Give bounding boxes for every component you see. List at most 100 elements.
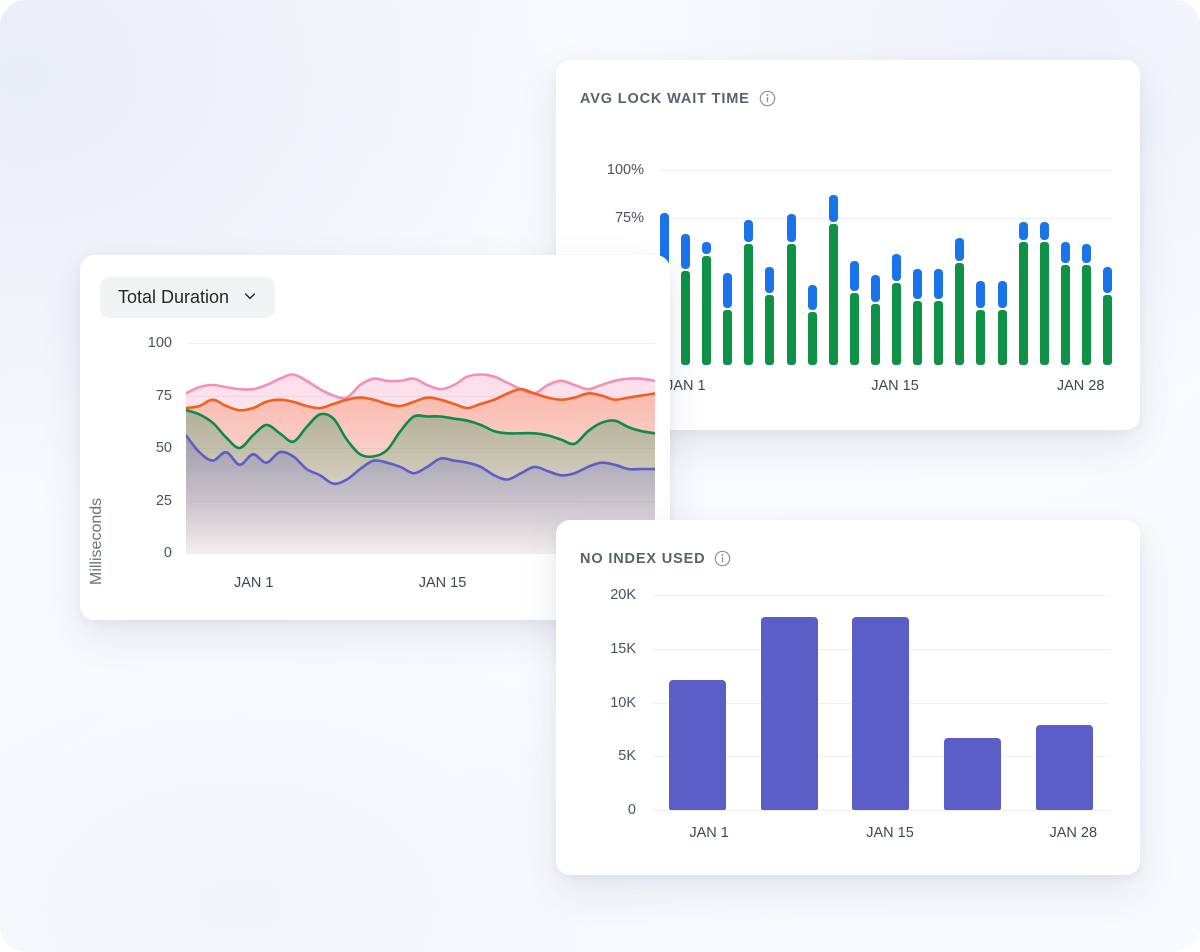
- chevron-down-icon: [243, 287, 257, 308]
- bar-segment-upper: [1081, 243, 1091, 264]
- card-title-text: NO INDEX USED: [580, 550, 706, 567]
- bar-segment-lower: [1060, 265, 1070, 365]
- bar-segment-lower: [723, 310, 733, 365]
- bar-stack[interactable]: [892, 253, 902, 365]
- bar-segment-lower: [870, 304, 880, 365]
- bar[interactable]: [1035, 725, 1093, 810]
- bar-series-container: [660, 150, 1112, 365]
- bar-segment-lower: [955, 263, 965, 365]
- bar-segment-upper: [1039, 222, 1049, 240]
- bar-stack[interactable]: [955, 237, 965, 365]
- y-axis-tick-label: 20K: [610, 587, 636, 603]
- bar-segment-lower: [807, 312, 817, 365]
- bar-stack[interactable]: [786, 214, 796, 365]
- bar-segment-upper: [723, 273, 733, 309]
- y-axis-tick-label: 0: [627, 802, 636, 818]
- bar[interactable]: [669, 679, 727, 810]
- bar-stack[interactable]: [1018, 222, 1028, 365]
- bar-segment-lower: [786, 243, 796, 365]
- bar[interactable]: [852, 616, 910, 810]
- bar-stack[interactable]: [744, 220, 754, 365]
- x-axis-tick-label: JAN 1: [689, 825, 729, 841]
- bar-segment-lower: [934, 300, 944, 365]
- x-axis-tick-label: JAN 15: [418, 575, 467, 591]
- bar-segment-lower: [913, 300, 923, 365]
- y-axis-tick-label: 15K: [610, 640, 636, 657]
- bar-stack[interactable]: [681, 234, 691, 365]
- x-axis-tick-label: JAN 15: [871, 378, 919, 394]
- y-axis-tick-label: 25: [155, 492, 172, 509]
- bar-segment-upper: [892, 253, 902, 281]
- bar-segment-upper: [702, 241, 712, 254]
- bar-segment-lower: [744, 243, 754, 365]
- metric-select-label: Total Duration: [118, 287, 230, 307]
- bar-segment-upper: [976, 280, 986, 309]
- bar-stack[interactable]: [1081, 243, 1091, 365]
- info-icon[interactable]: [714, 550, 731, 567]
- avg-lock-wait-time-title-row: AVG LOCK WAIT TIME: [580, 90, 776, 107]
- bar-stack[interactable]: [913, 269, 923, 365]
- x-axis-tick-label: JAN 15: [866, 825, 914, 841]
- bar-segment-upper: [786, 214, 796, 242]
- no-index-used-card: NO INDEX USED 20K 15K 10K 5K 0 JAN 1 JAN 15 JA…: [556, 520, 1140, 875]
- bar-segment-upper: [997, 280, 1007, 309]
- bar-segment-upper: [681, 234, 691, 270]
- bar[interactable]: [944, 737, 1002, 810]
- y-axis-tick-label: 5K: [618, 748, 636, 765]
- x-axis-labels: JAN 1 JAN 15 JAN 28: [652, 825, 1128, 845]
- bar-segment-upper: [1060, 241, 1070, 264]
- bar-stack[interactable]: [807, 284, 817, 365]
- y-axis-tick-label: 0: [163, 545, 172, 561]
- gridline: [652, 810, 1110, 811]
- bar-segment-lower: [892, 282, 902, 365]
- bar[interactable]: [760, 616, 818, 810]
- x-axis-labels: JAN 1 JAN 15 JAN 28: [660, 378, 1130, 398]
- bar-segment-upper: [807, 284, 817, 311]
- bar-series-container: [652, 595, 1110, 810]
- bar-segment-upper: [955, 237, 965, 262]
- bar-stack[interactable]: [702, 241, 712, 365]
- x-axis-tick-label: JAN 1: [234, 575, 274, 591]
- bar-stack[interactable]: [976, 280, 986, 365]
- bar-stack[interactable]: [723, 273, 733, 365]
- bar-segment-upper: [1102, 267, 1112, 293]
- y-axis-tick-label: 75: [155, 387, 172, 404]
- bar-stack[interactable]: [1102, 267, 1112, 365]
- bar-stack[interactable]: [828, 194, 838, 365]
- bar-segment-lower: [702, 255, 712, 365]
- no-index-used-title-row: NO INDEX USED: [580, 550, 731, 567]
- bar-segment-lower: [1018, 241, 1028, 365]
- bar-segment-upper: [913, 269, 923, 299]
- bar-stack[interactable]: [1060, 241, 1070, 365]
- bar-segment-lower: [765, 294, 775, 365]
- dashboard-canvas: AVG LOCK WAIT TIME 100% 75% JAN 1 JAN 15 JA…: [0, 0, 1200, 952]
- x-axis-tick-label: JAN 1: [666, 378, 706, 394]
- bar-segment-upper: [828, 194, 838, 223]
- x-axis-tick-label: JAN 28: [1049, 825, 1098, 841]
- bar-stack[interactable]: [1039, 222, 1049, 365]
- bar-segment-upper: [849, 261, 859, 291]
- bar-segment-upper: [744, 220, 754, 242]
- bar-segment-lower: [1102, 294, 1112, 365]
- y-axis-tick-label: 100: [147, 335, 172, 351]
- y-axis-tick-label: 75%: [614, 210, 644, 227]
- bar-segment-lower: [681, 271, 691, 365]
- no-index-used-plot: 20K 15K 10K 5K 0: [580, 587, 1122, 818]
- metric-select[interactable]: Total Duration: [100, 277, 276, 318]
- bar-segment-lower: [1039, 241, 1049, 365]
- bar-stack[interactable]: [997, 280, 1007, 365]
- bar-segment-lower: [1081, 265, 1091, 365]
- bar-stack[interactable]: [849, 261, 859, 365]
- card-title-text: AVG LOCK WAIT TIME: [580, 90, 750, 107]
- bar-segment-upper: [870, 275, 880, 303]
- bar-segment-lower: [828, 224, 838, 365]
- y-axis-tick-label: 100%: [606, 161, 644, 178]
- bar-stack[interactable]: [934, 269, 944, 365]
- bar-segment-upper: [765, 267, 775, 293]
- info-icon[interactable]: [759, 90, 776, 107]
- bar-segment-upper: [1018, 222, 1028, 240]
- y-axis-tick-label: 50: [155, 440, 172, 456]
- bar-stack[interactable]: [765, 267, 775, 365]
- y-axis-title: Milliseconds: [88, 497, 105, 585]
- bar-stack[interactable]: [870, 275, 880, 365]
